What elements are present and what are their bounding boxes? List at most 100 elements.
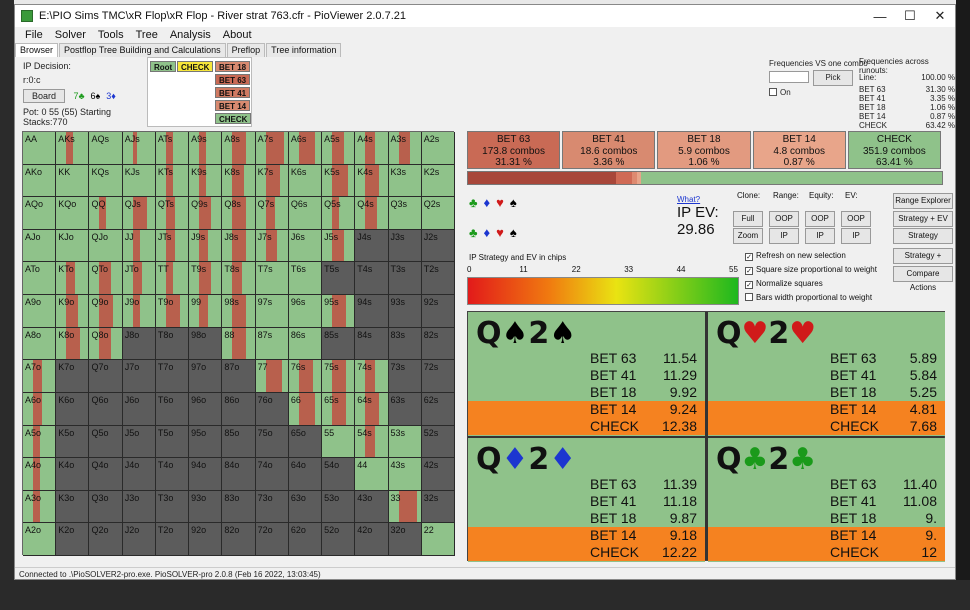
suit-filter-icon[interactable]: ♣	[469, 195, 478, 210]
range-cell[interactable]: 62s	[421, 392, 455, 426]
range-cell[interactable]: JJ	[122, 229, 156, 263]
range-cell[interactable]: QTs	[155, 197, 190, 230]
range-cell[interactable]: AQs	[89, 132, 123, 165]
range-cell[interactable]: 88	[222, 327, 256, 361]
range-cell[interactable]: 86o	[222, 392, 256, 426]
range-cell[interactable]: 74s	[355, 360, 389, 393]
range-cell[interactable]: 73s	[388, 360, 422, 393]
range-cell[interactable]: JTo	[122, 262, 156, 296]
range-cell[interactable]: 44	[355, 458, 389, 491]
range-cell[interactable]: 65s	[322, 392, 356, 426]
range-cell[interactable]: 94o	[189, 458, 223, 491]
range-cell[interactable]: AJo	[23, 229, 57, 263]
range-cell[interactable]: K2s	[421, 164, 455, 198]
range-cell[interactable]: 73o	[255, 490, 289, 524]
tab-postflop[interactable]: Postflop Tree Building and Calculations	[59, 43, 226, 57]
range-cell[interactable]: J9s	[189, 229, 223, 263]
range-cell[interactable]: 42o	[355, 523, 389, 556]
range-cell[interactable]: J3o	[122, 490, 156, 524]
range-cell[interactable]: T9s	[189, 262, 223, 296]
range-cell[interactable]: A7o	[23, 360, 57, 393]
ev-oop-button[interactable]: OOP	[841, 211, 871, 227]
range-cell[interactable]: 93o	[189, 490, 223, 524]
range-cell[interactable]: ATs	[155, 132, 190, 165]
suit-filter-icon[interactable]: ♥	[496, 225, 504, 240]
range-cell[interactable]: A3o	[23, 490, 57, 524]
range-cell[interactable]: T6o	[155, 392, 190, 426]
range-cell[interactable]: A8o	[23, 327, 57, 361]
menu-tools[interactable]: Tools	[92, 29, 130, 41]
range-cell[interactable]: Q6o	[89, 392, 123, 426]
range-cell[interactable]: K4o	[56, 458, 90, 491]
range-cell[interactable]: 77	[255, 360, 289, 393]
range-cell[interactable]: A6o	[23, 392, 57, 426]
range-cell[interactable]: 85s	[322, 327, 356, 361]
action-box[interactable]: BET 63 173.8 combos 31.31 %	[467, 131, 561, 169]
suit-filter-icon[interactable]: ♣	[469, 225, 478, 240]
menu-analysis[interactable]: Analysis	[164, 29, 217, 41]
menu-file[interactable]: File	[19, 29, 49, 41]
range-cell[interactable]: J2s	[421, 229, 455, 263]
close-button[interactable]: ✕	[925, 8, 955, 24]
range-cell[interactable]: J8s	[222, 229, 256, 263]
range-cell[interactable]: 52s	[421, 425, 455, 459]
range-cell[interactable]: TT	[155, 262, 190, 296]
range-cell[interactable]: 98s	[222, 295, 256, 328]
suit-filter-icon[interactable]: ♥	[496, 195, 504, 210]
range-cell[interactable]: 42s	[421, 458, 455, 491]
range-cell[interactable]: K8s	[222, 164, 256, 198]
equity-ip-button[interactable]: IP	[805, 228, 835, 244]
range-cell[interactable]: 82o	[222, 523, 256, 556]
range-cell[interactable]: 22	[421, 523, 455, 556]
range-cell[interactable]: K5s	[322, 164, 356, 198]
range-cell[interactable]: Q4s	[355, 197, 389, 230]
tree-node-bet-63[interactable]: BET 63	[215, 74, 251, 85]
range-cell[interactable]: 43s	[388, 458, 422, 491]
range-cell[interactable]: 95o	[189, 425, 223, 459]
range-cell[interactable]: J4o	[122, 458, 156, 491]
range-cell[interactable]: Q2s	[421, 197, 455, 230]
range-cell[interactable]: 55	[322, 425, 356, 459]
range-cell[interactable]: T7s	[255, 262, 289, 296]
strategy-react-button[interactable]: Strategy + React	[893, 248, 953, 274]
range-cell[interactable]: Q3o	[89, 490, 123, 524]
range-cell[interactable]: 64o	[288, 458, 323, 491]
minimize-button[interactable]: —	[865, 9, 895, 24]
range-cell[interactable]: 64s	[355, 392, 389, 426]
range-cell[interactable]: QQ	[89, 197, 123, 230]
range-cell[interactable]: 65o	[288, 425, 323, 459]
action-box[interactable]: BET 41 18.6 combos 3.36 %	[562, 131, 656, 169]
compare-actions-button[interactable]: Compare Actions	[893, 266, 953, 292]
range-cell[interactable]: Q3s	[388, 197, 422, 230]
full-button[interactable]: Full	[733, 211, 763, 227]
range-cell[interactable]: 75o	[255, 425, 289, 459]
range-cell[interactable]: 43o	[355, 490, 389, 524]
tree-node-bet-41[interactable]: BET 41	[215, 87, 251, 98]
on-checkbox[interactable]: On	[769, 88, 791, 97]
action-box[interactable]: CHECK 351.9 combos 63.41 %	[847, 131, 941, 169]
range-cell[interactable]: A7s	[255, 132, 289, 165]
range-cell[interactable]: Q9o	[89, 295, 123, 328]
range-cell[interactable]: T3s	[388, 262, 422, 296]
suit-filter-icon[interactable]: ♠	[510, 225, 517, 240]
range-cell[interactable]: Q8o	[89, 327, 123, 361]
pick-button[interactable]: Pick	[813, 70, 853, 86]
range-cell[interactable]: A8s	[222, 132, 256, 165]
range-cell[interactable]: T4o	[155, 458, 190, 491]
range-cell[interactable]: 87s	[255, 327, 289, 361]
ev-ip-button[interactable]: IP	[841, 228, 871, 244]
range-cell[interactable]: 97o	[189, 360, 223, 393]
range-cell[interactable]: KJo	[56, 229, 90, 263]
range-cell[interactable]: Q7s	[255, 197, 289, 230]
range-cell[interactable]: 97s	[255, 295, 289, 328]
range-cell[interactable]: J7o	[122, 360, 156, 393]
range-cell[interactable]: 53s	[388, 425, 422, 459]
range-cell[interactable]: T7o	[155, 360, 190, 393]
range-cell[interactable]: Q6s	[288, 197, 323, 230]
zoom-button[interactable]: Zoom	[733, 228, 763, 244]
range-cell[interactable]: A4s	[355, 132, 389, 165]
range-cell[interactable]: 96s	[288, 295, 323, 328]
range-cell[interactable]: 32s	[421, 490, 455, 524]
range-cell[interactable]: 95s	[322, 295, 356, 328]
suit-filter-icon[interactable]: ♦	[484, 195, 491, 210]
